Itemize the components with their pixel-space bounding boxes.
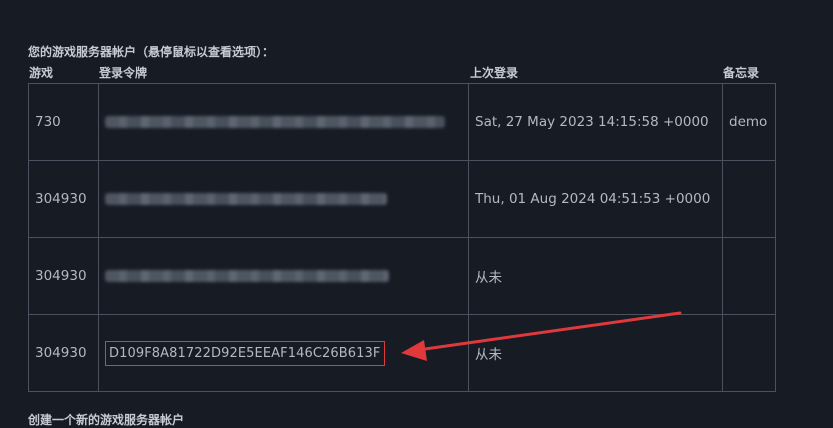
game-id-cell: 304930 xyxy=(28,160,99,238)
memo-cell xyxy=(722,160,776,238)
column-header-memo: 备忘录 xyxy=(723,66,760,80)
memo-cell xyxy=(722,314,776,392)
column-header-game: 游戏 xyxy=(29,66,54,80)
token-cell[interactable] xyxy=(98,83,469,161)
last-login-cell: Sat, 27 May 2023 14:15:58 +0000 xyxy=(468,83,723,161)
game-id-cell: 304930 xyxy=(28,314,99,392)
game-id-cell: 730 xyxy=(28,83,99,161)
column-header-last-login: 上次登录 xyxy=(470,66,519,80)
last-login-cell: 从未 xyxy=(468,237,723,315)
server-accounts-table: 730 Sat, 27 May 2023 14:15:58 +0000 demo… xyxy=(28,83,776,392)
last-login-cell: Thu, 01 Aug 2024 04:51:53 +0000 xyxy=(468,160,723,238)
token-cell[interactable] xyxy=(98,160,469,238)
column-header-token: 登录令牌 xyxy=(99,66,148,80)
page-intro-text: 您的游戏服务器帐户（悬停鼠标以查看选项）： xyxy=(28,45,275,59)
last-login-cell: 从未 xyxy=(468,314,723,392)
redacted-token xyxy=(105,270,389,282)
table-row[interactable]: 304930 从未 xyxy=(28,237,776,315)
memo-cell: demo xyxy=(722,83,776,161)
redacted-token xyxy=(105,116,445,128)
table-row[interactable]: 730 Sat, 27 May 2023 14:15:58 +0000 demo xyxy=(28,83,776,161)
table-row[interactable]: 304930 Thu, 01 Aug 2024 04:51:53 +0000 xyxy=(28,160,776,238)
token-cell[interactable]: D109F8A81722D92E5EEAF146C26B613F xyxy=(98,314,469,392)
game-id-cell: 304930 xyxy=(28,237,99,315)
redacted-token xyxy=(105,193,387,205)
memo-cell xyxy=(722,237,776,315)
table-row[interactable]: 304930 D109F8A81722D92E5EEAF146C26B613F … xyxy=(28,314,776,392)
highlighted-login-token[interactable]: D109F8A81722D92E5EEAF146C26B613F xyxy=(105,340,385,366)
token-cell[interactable] xyxy=(98,237,469,315)
